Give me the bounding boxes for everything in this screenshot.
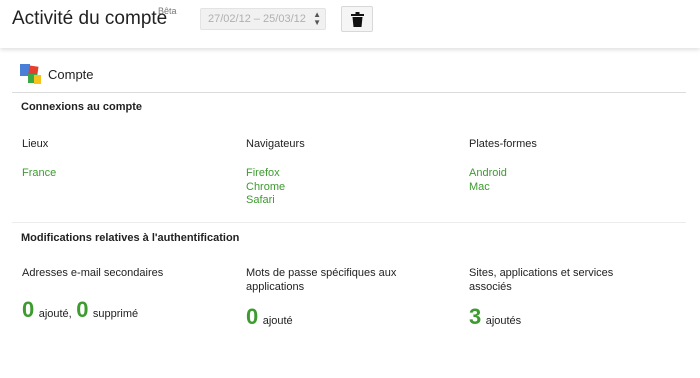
platform-link[interactable]: Android [469, 167, 507, 179]
stat-unit: ajouté, [38, 308, 72, 320]
platform-link[interactable]: Mac [469, 181, 490, 193]
secondary-emails-stat[interactable]: 0 ajouté, 0 supprimé [22, 297, 138, 323]
date-range-select[interactable]: 27/02/12 – 25/03/12 ▲ ▼ [200, 8, 326, 30]
auth-title: Modifications relatives à l'authentifica… [21, 232, 240, 244]
top-bar: Activité du compte Bêta 27/02/12 – 25/03… [0, 0, 700, 48]
app-passwords-stat[interactable]: 0 ajouté [246, 304, 293, 330]
locations-label: Lieux [22, 138, 49, 150]
browsers-label: Navigateurs [246, 138, 305, 150]
stat-number: 0 [76, 297, 89, 322]
stat-number: 0 [22, 297, 35, 322]
browser-link[interactable]: Firefox [246, 167, 280, 179]
date-range-value: 27/02/12 – 25/03/12 [208, 13, 306, 25]
stat-unit: supprimé [92, 308, 139, 320]
stat-number: 0 [246, 304, 259, 329]
delete-button[interactable] [341, 6, 373, 32]
connected-sites-stat[interactable]: 3 ajoutés [469, 304, 521, 330]
platforms-label: Plates-formes [469, 138, 537, 150]
secondary-emails-label: Adresses e-mail secondaires [22, 267, 164, 279]
divider [12, 92, 686, 93]
connections-title: Connexions au compte [21, 101, 143, 113]
trash-icon [351, 12, 364, 27]
divider [12, 222, 686, 223]
browser-link[interactable]: Chrome [246, 181, 285, 193]
stat-number: 3 [469, 304, 482, 329]
page-title: Activité du compte [12, 8, 168, 29]
app-passwords-label: Mots de passe spécifiques aux applicatio… [246, 267, 397, 293]
beta-badge: Bêta [158, 6, 177, 16]
google-logo-icon [20, 64, 41, 84]
connected-sites-label: Sites, applications et services associés [469, 267, 614, 293]
up-down-arrows-icon: ▲ ▼ [313, 10, 321, 27]
section-title: Compte [48, 67, 94, 82]
browser-link[interactable]: Safari [246, 194, 275, 206]
stat-unit: ajouté [262, 315, 293, 327]
location-link[interactable]: France [22, 167, 56, 179]
stat-unit: ajoutés [485, 315, 522, 327]
